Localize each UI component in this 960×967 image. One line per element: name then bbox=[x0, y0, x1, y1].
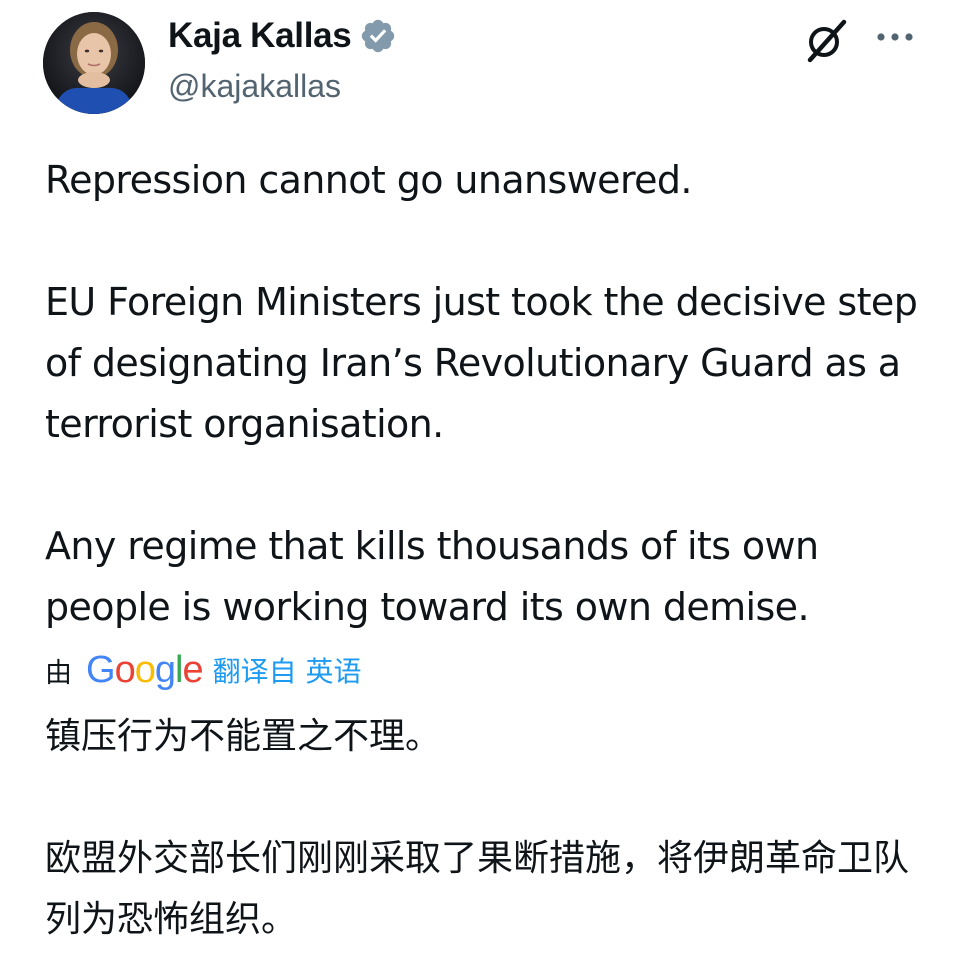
translated-paragraph: 镇压行为不能置之不理。 bbox=[45, 716, 442, 757]
tweet-paragraph: EU Foreign Ministers just took the decis… bbox=[45, 280, 918, 446]
author-info: Kaja Kallas @kajakallas bbox=[168, 16, 397, 105]
google-letter: o bbox=[134, 648, 156, 691]
google-letter: l bbox=[174, 648, 184, 691]
google-letter: g bbox=[154, 648, 176, 691]
google-logo: Google bbox=[86, 648, 204, 692]
tweet-paragraph: Repression cannot go unanswered. bbox=[45, 158, 693, 202]
avatar-photo bbox=[43, 12, 145, 114]
tweet-paragraph: Any regime that kills thousands of its o… bbox=[45, 524, 819, 629]
translated-paragraph: 欧盟外交部长们刚刚采取了果断措施，将伊朗革命卫队列为恐怖组织。 bbox=[45, 838, 910, 940]
avatar[interactable] bbox=[43, 12, 145, 114]
display-name[interactable]: Kaja Kallas bbox=[168, 16, 352, 56]
verified-badge-icon bbox=[359, 17, 397, 55]
grok-icon[interactable] bbox=[800, 14, 852, 66]
translation-attribution: 由 Google 翻译自 英语 bbox=[45, 646, 361, 694]
tweet-text: Repression cannot go unanswered. EU Fore… bbox=[45, 150, 925, 638]
google-letter: e bbox=[182, 648, 203, 691]
author-handle[interactable]: @kajakallas bbox=[168, 68, 397, 105]
google-letter: G bbox=[86, 648, 116, 691]
tweet-card: Kaja Kallas @kajakallas Repression canno… bbox=[0, 0, 960, 967]
google-letter: o bbox=[114, 648, 136, 691]
translated-from-link[interactable]: 翻译自 英语 bbox=[213, 650, 362, 690]
translated-text: 镇压行为不能置之不理。 欧盟外交部长们刚刚采取了果断措施，将伊朗革命卫队列为恐怖… bbox=[45, 706, 925, 950]
display-name-row: Kaja Kallas bbox=[168, 16, 397, 56]
translation-prefix: 由 bbox=[45, 657, 72, 689]
more-options-icon[interactable] bbox=[872, 24, 918, 50]
